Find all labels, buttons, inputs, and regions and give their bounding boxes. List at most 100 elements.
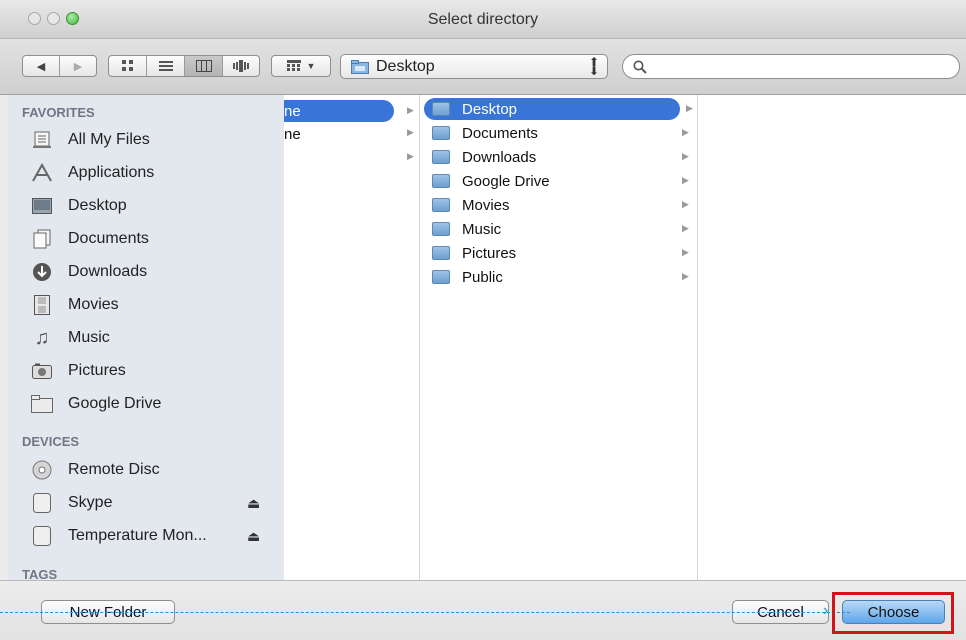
disclosure-arrow-icon: ▶ — [682, 223, 689, 233]
annotation-arrow-icon: › — [823, 602, 829, 619]
public-folder-icon — [432, 270, 450, 284]
list-view-button[interactable] — [147, 56, 185, 76]
pictures-folder-icon — [432, 246, 450, 260]
back-button[interactable]: ◀ — [23, 56, 60, 76]
sidebar-item-label: Movies — [68, 296, 119, 313]
disclosure-arrow-icon: ▶ — [682, 199, 689, 209]
updown-arrows-icon: ⬆ ⬇ — [588, 55, 599, 78]
devices-header: DEVICES — [22, 434, 80, 449]
sidebar-item-downloads[interactable]: Downloads — [30, 257, 147, 287]
list-item[interactable]: Music — [432, 218, 501, 240]
arrange-menu-button[interactable]: ▼ — [271, 55, 331, 77]
sidebar-item-music[interactable]: ♫ Music — [30, 323, 110, 353]
back-arrow-icon: ◀ — [36, 60, 46, 73]
drive-icon — [30, 525, 54, 547]
sidebar-item-pictures[interactable]: Pictures — [30, 356, 126, 386]
drive-icon — [30, 492, 54, 514]
search-icon — [633, 60, 647, 74]
music-icon: ♫ — [34, 326, 50, 349]
list-item[interactable]: Public — [432, 266, 503, 288]
disc-icon — [30, 459, 54, 481]
browser-column-2: Desktop ▶ Documents ▶ Downloads ▶ Google… — [420, 95, 698, 580]
sidebar-item-label: Remote Disc — [68, 461, 160, 478]
list-item[interactable]: ne — [284, 123, 301, 145]
file-dialog-window: Select directory ◀ ▶ ▼ Desktop ⬆ ⬇ FAVOR… — [0, 0, 966, 640]
desktop-icon — [30, 195, 54, 217]
sidebar-item-label: Skype — [68, 494, 113, 511]
sidebar-item-google-drive[interactable]: Google Drive — [30, 389, 161, 419]
sidebar-item-label: Downloads — [68, 263, 148, 280]
toolbar: ◀ ▶ ▼ Desktop ⬆ ⬇ — [0, 39, 966, 95]
browser-column-3 — [698, 95, 966, 580]
list-item[interactable]: Downloads — [432, 146, 536, 168]
sidebar-item-skype[interactable]: Skype — [30, 488, 112, 518]
sidebar-item-all-my-files[interactable]: All My Files — [30, 125, 150, 155]
documents-icon — [30, 228, 54, 250]
view-mode-control — [108, 55, 260, 77]
list-item[interactable]: Google Drive — [432, 170, 550, 192]
disclosure-arrow-icon: ▶ — [682, 175, 689, 185]
folder-icon — [351, 60, 369, 74]
folder-icon — [30, 393, 54, 415]
window-title: Select directory — [427, 11, 539, 28]
sidebar-item-applications[interactable]: Applications — [30, 158, 154, 188]
location-label: Desktop — [376, 58, 435, 75]
list-item[interactable]: Pictures — [432, 242, 516, 264]
icon-view-button[interactable] — [109, 56, 147, 76]
sidebar: FAVORITES All My Files Applications Desk… — [8, 95, 285, 580]
sidebar-item-temperature[interactable]: Temperature Mon... — [30, 521, 207, 551]
forward-button[interactable]: ▶ — [60, 56, 96, 76]
annotation-dashed-line — [0, 612, 850, 613]
coverflow-view-icon — [233, 60, 249, 72]
list-item[interactable]: Documents — [432, 122, 538, 144]
pictures-icon — [30, 360, 54, 382]
eject-icon[interactable]: ⏏ — [247, 528, 260, 545]
disclosure-arrow-icon: ▶ — [682, 247, 689, 257]
documents-folder-icon — [432, 126, 450, 140]
disclosure-arrow-icon: ▶ — [682, 127, 689, 137]
disclosure-arrow-icon: ▶ — [407, 127, 414, 137]
list-item[interactable]: Movies — [432, 194, 510, 216]
eject-icon[interactable]: ⏏ — [247, 495, 260, 512]
choose-highlight-box — [832, 592, 954, 634]
google-drive-folder-icon — [432, 174, 450, 188]
downloads-folder-icon — [432, 150, 450, 164]
sidebar-item-label: Documents — [68, 230, 149, 247]
location-popup[interactable]: Desktop ⬆ ⬇ — [340, 54, 608, 79]
disclosure-arrow-icon: ▶ — [407, 105, 414, 115]
title-bar: Select directory — [0, 0, 966, 39]
forward-arrow-icon: ▶ — [73, 60, 83, 73]
sidebar-item-label: All My Files — [68, 131, 150, 148]
search-field[interactable] — [622, 54, 960, 79]
sidebar-item-label: Pictures — [68, 362, 126, 379]
sidebar-item-label: Music — [68, 329, 110, 346]
column-view-button[interactable] — [185, 56, 223, 76]
browser-column-1: ne ▶ ne ▶ ▶ — [284, 95, 420, 580]
list-item[interactable]: ne — [284, 100, 394, 122]
downloads-icon — [30, 261, 54, 283]
sidebar-item-documents[interactable]: Documents — [30, 224, 149, 254]
sidebar-item-remote-disc[interactable]: Remote Disc — [30, 455, 160, 485]
bottom-bar: New Folder Cancel Choose — [0, 580, 966, 640]
icon-view-icon — [121, 60, 133, 71]
movies-folder-icon — [432, 198, 450, 212]
arrange-grid-icon — [286, 60, 301, 71]
disclosure-arrow-icon: ▶ — [682, 271, 689, 281]
disclosure-arrow-icon: ▶ — [686, 103, 693, 113]
list-view-icon — [158, 61, 173, 71]
sidebar-item-desktop[interactable]: Desktop — [30, 191, 127, 221]
music-folder-icon — [432, 222, 450, 236]
column-view-icon — [195, 60, 212, 72]
sidebar-item-movies[interactable]: Movies — [30, 290, 119, 320]
coverflow-view-button[interactable] — [223, 56, 259, 76]
sidebar-item-label: Applications — [68, 164, 155, 181]
applications-icon — [30, 162, 54, 184]
favorites-header: FAVORITES — [22, 105, 95, 120]
disclosure-arrow-icon: ▶ — [682, 151, 689, 161]
sidebar-item-label: Temperature Mon... — [68, 527, 207, 544]
movies-icon — [30, 294, 54, 316]
disclosure-arrow-icon: ▶ — [407, 151, 414, 161]
sidebar-item-label: Google Drive — [68, 395, 162, 412]
tags-header: TAGS — [22, 567, 58, 580]
list-item[interactable]: Desktop — [424, 98, 680, 120]
